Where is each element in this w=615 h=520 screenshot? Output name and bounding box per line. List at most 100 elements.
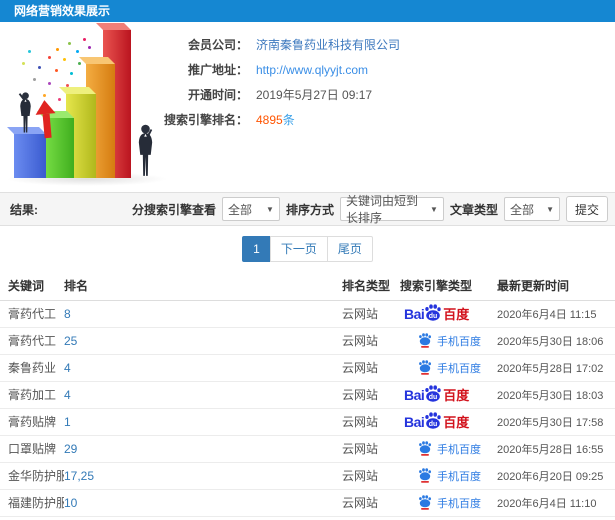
rank-link[interactable]: 29 bbox=[64, 442, 77, 456]
table-row: 秦鲁药业 4 云网站 手机百度 2020年5月28日 17:02 bbox=[0, 354, 615, 382]
table-row: 口罩贴牌 29 云网站 手机百度 2020年5月28日 16:55 bbox=[0, 435, 615, 463]
rank-link[interactable]: 17,25 bbox=[64, 469, 94, 483]
rank-cell: 1 bbox=[64, 408, 342, 436]
mobile-baidu-paw-icon bbox=[419, 333, 431, 348]
chevron-down-icon: ▼ bbox=[546, 204, 554, 214]
article-type-select[interactable]: 全部 ▼ bbox=[503, 197, 560, 221]
rank-cell bbox=[64, 516, 342, 520]
open-time-label: 开通时间： bbox=[187, 88, 248, 102]
mobile-baidu-logo: 手机百度 bbox=[418, 333, 481, 349]
open-time-value: 2019年5月27日 09:17 bbox=[256, 88, 373, 102]
baidu-paw-icon: du bbox=[425, 412, 441, 429]
page-1-button[interactable]: 1 bbox=[242, 236, 271, 262]
engine-cell bbox=[400, 516, 497, 520]
pagination: 1 下一页 尾页 bbox=[242, 236, 373, 262]
time-cell: 2020年5月30日 18:03 bbox=[497, 381, 615, 409]
rank-cell: 4 bbox=[64, 381, 342, 409]
keyword-cell: 福建防护服 bbox=[0, 489, 64, 517]
time-cell: 2020年6月4日 11:10 bbox=[497, 489, 615, 517]
time-cell: 2020年6月4日 11:15 bbox=[497, 300, 615, 328]
col-rank-type: 排名类型 bbox=[342, 272, 400, 301]
table-row: 膏药加工 4 云网站 Bai du 百度 2020年5月30日 18:03 bbox=[0, 381, 615, 409]
rank-link[interactable]: 4 bbox=[64, 361, 71, 375]
confetti-dots bbox=[8, 36, 11, 39]
engine-cell: 手机百度 bbox=[400, 354, 497, 382]
rank-link[interactable]: 4 bbox=[64, 388, 71, 402]
keyword-cell: 膏药贴牌 bbox=[0, 408, 64, 436]
member-company-label: 会员公司： bbox=[187, 38, 248, 52]
engine-cell: 手机百度 bbox=[400, 489, 497, 517]
sort-filter-label: 排序方式 bbox=[285, 202, 334, 217]
engine-cell: Bai du 百度 bbox=[400, 408, 497, 436]
rank-type-cell: 云网站 bbox=[342, 381, 400, 409]
rank-link[interactable]: 1 bbox=[64, 415, 71, 429]
table-row: 膏药代工 8 云网站 Bai du 百度 2020年6月4日 11:15 bbox=[0, 300, 615, 328]
pagination-area: 1 下一页 尾页 bbox=[0, 226, 615, 272]
chevron-down-icon: ▼ bbox=[430, 204, 438, 214]
mobile-baidu-paw-icon bbox=[419, 495, 431, 510]
table-row: 福建防护服 10 云网站 手机百度 2020年6月4日 11:10 bbox=[0, 489, 615, 517]
mobile-baidu-logo: 手机百度 bbox=[418, 495, 481, 511]
next-page-button[interactable]: 下一页 bbox=[269, 236, 328, 262]
rank-link[interactable]: 8 bbox=[64, 307, 71, 321]
svg-text:du: du bbox=[429, 394, 438, 401]
time-cell: 2020年6月20日 09:25 bbox=[497, 462, 615, 490]
engine-cell: Bai du 百度 bbox=[400, 300, 497, 328]
submit-button[interactable]: 提交 bbox=[565, 196, 608, 222]
page-title: 网络营销效果展示 bbox=[0, 0, 615, 22]
keyword-cell bbox=[0, 516, 64, 520]
rank-link[interactable]: 25 bbox=[64, 334, 77, 348]
rank-cell: 4 bbox=[64, 354, 342, 382]
table-row bbox=[0, 516, 615, 520]
col-keyword: 关键词 bbox=[0, 272, 64, 301]
sort-select[interactable]: 关键词由短到长排序 ▼ bbox=[339, 194, 444, 225]
col-update-time: 最新更新时间 bbox=[497, 272, 615, 301]
rank-cell: 8 bbox=[64, 300, 342, 328]
table-row: 金华防护服 17,25 云网站 手机百度 2020年6月20日 09:25 bbox=[0, 462, 615, 490]
filter-panel: 结果: 分搜索引擎查看 全部 ▼ 排序方式 关键词由短到长排序 ▼ 文章类型 全部 ▼… bbox=[0, 192, 615, 226]
rank-cell: 10 bbox=[64, 489, 342, 517]
rank-cell: 17,25 bbox=[64, 462, 342, 490]
chevron-down-icon: ▼ bbox=[266, 204, 274, 214]
mobile-baidu-paw-icon bbox=[419, 468, 431, 483]
table-row: 膏药代工 25 云网站 手机百度 2020年5月30日 18:06 bbox=[0, 327, 615, 355]
engine-select[interactable]: 全部 ▼ bbox=[221, 197, 280, 221]
rank-type-cell: 云网站 bbox=[342, 354, 400, 382]
time-cell: 2020年5月28日 17:02 bbox=[497, 354, 615, 382]
promo-url-link[interactable]: http://www.qlyyjt.com bbox=[256, 63, 368, 77]
engine-cell: 手机百度 bbox=[400, 327, 497, 355]
baidu-paw-icon: du bbox=[425, 385, 441, 402]
engine-cell: 手机百度 bbox=[400, 462, 497, 490]
rank-type-cell: 云网站 bbox=[342, 327, 400, 355]
info-section: 会员公司： 济南秦鲁药业科技有限公司 推广地址： http://www.qlyy… bbox=[0, 22, 615, 192]
up-arrow-icon bbox=[34, 99, 57, 139]
engine-cell: 手机百度 bbox=[400, 435, 497, 463]
mobile-baidu-paw-icon bbox=[419, 441, 431, 456]
keyword-cell: 膏药代工 bbox=[0, 327, 64, 355]
baidu-logo: Bai du 百度 bbox=[404, 304, 470, 322]
promo-url-label: 推广地址： bbox=[187, 63, 248, 77]
engine-filter-label: 分搜索引擎查看 bbox=[131, 202, 216, 217]
time-cell: 2020年5月30日 18:06 bbox=[497, 327, 615, 355]
keyword-cell: 金华防护服 bbox=[0, 462, 64, 490]
mobile-baidu-paw-icon bbox=[419, 360, 431, 375]
table-row: 膏药贴牌 1 云网站 Bai du 百度 2020年5月30日 17:58 bbox=[0, 408, 615, 436]
rank-type-cell: 云网站 bbox=[342, 462, 400, 490]
rank-cell: 25 bbox=[64, 327, 342, 355]
last-page-button[interactable]: 尾页 bbox=[326, 236, 373, 262]
rank-count-label: 搜索引擎排名： bbox=[163, 113, 248, 127]
member-company-link[interactable]: 济南秦鲁药业科技有限公司 bbox=[256, 36, 400, 53]
time-cell: 2020年5月28日 16:55 bbox=[497, 435, 615, 463]
mobile-baidu-logo: 手机百度 bbox=[418, 468, 481, 484]
engine-cell: Bai du 百度 bbox=[400, 381, 497, 409]
baidu-logo: Bai du 百度 bbox=[404, 412, 470, 430]
rank-type-cell: 云网站 bbox=[342, 408, 400, 436]
time-cell: 2020年5月30日 17:58 bbox=[497, 408, 615, 436]
rank-type-cell: 云网站 bbox=[342, 489, 400, 517]
time-cell bbox=[497, 516, 615, 520]
mobile-baidu-logo: 手机百度 bbox=[418, 441, 481, 457]
rank-link[interactable]: 10 bbox=[64, 496, 77, 510]
mobile-baidu-logo: 手机百度 bbox=[418, 360, 481, 376]
keyword-cell: 膏药代工 bbox=[0, 300, 64, 328]
clipart-bar-blue bbox=[14, 134, 46, 178]
